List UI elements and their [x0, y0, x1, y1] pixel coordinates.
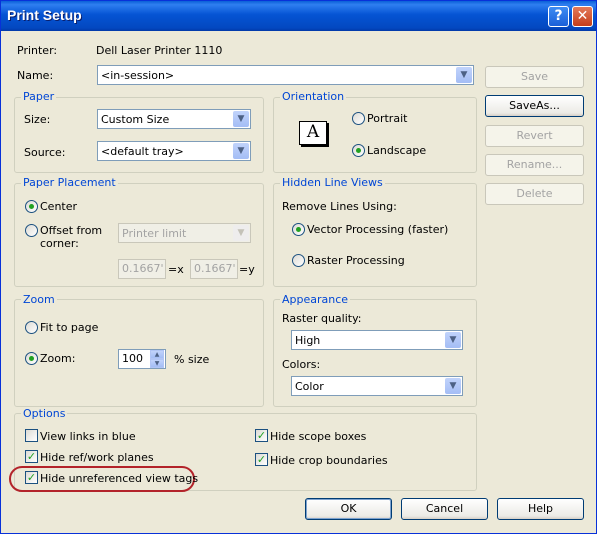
hidden-line-views-group-title: Hidden Line Views [280, 176, 385, 189]
hide-crop-boundaries-checkbox[interactable]: ✓ [255, 453, 268, 466]
zoom-spinner[interactable]: ▲ ▼ [150, 350, 164, 368]
fit-to-page-label[interactable]: Fit to page [40, 321, 98, 334]
offset-y-input[interactable]: 0.1667' [190, 259, 238, 279]
y-suffix: =y [239, 263, 255, 276]
chevron-down-icon[interactable]: ▼ [445, 378, 461, 394]
colors-label: Colors: [282, 358, 321, 371]
colors-value: Color [295, 380, 324, 393]
name-dropdown[interactable]: <in-session> ▼ [97, 65, 474, 85]
fit-to-page-radio[interactable] [25, 321, 38, 334]
paper-placement-group-title: Paper Placement [21, 176, 118, 189]
window-title: Print Setup [7, 7, 82, 23]
corner-dropdown[interactable]: Printer limit ▼ [118, 223, 251, 243]
landscape-radio[interactable] [352, 144, 365, 157]
hide-unreferenced-tags-checkbox[interactable]: ✓ [25, 471, 38, 484]
name-label: Name: [17, 69, 54, 82]
hide-ref-planes-label[interactable]: Hide ref/work planes [40, 451, 154, 464]
chevron-down-icon[interactable]: ▼ [233, 111, 249, 127]
raster-processing-label[interactable]: Raster Processing [307, 254, 405, 267]
source-label: Source: [24, 146, 66, 159]
size-dropdown[interactable]: Custom Size ▼ [97, 109, 251, 129]
remove-lines-label: Remove Lines Using: [282, 200, 397, 213]
options-group-title: Options [21, 407, 68, 420]
view-links-label[interactable]: View links in blue [40, 430, 136, 443]
orientation-landscape-icon: A [299, 121, 327, 145]
delete-button[interactable]: Delete [485, 183, 584, 205]
zoom-label[interactable]: Zoom: [40, 352, 75, 365]
raster-quality-value: High [295, 334, 321, 347]
size-label: Size: [24, 113, 51, 126]
source-dropdown-value: <default tray> [101, 145, 184, 158]
raster-quality-dropdown[interactable]: High ▼ [291, 330, 463, 350]
chevron-down-icon[interactable]: ▼ [233, 143, 249, 159]
hide-scope-boxes-checkbox[interactable]: ✓ [255, 429, 268, 442]
print-setup-dialog: Print Setup ? ✕ Printer: Dell Laser Prin… [0, 0, 597, 534]
size-suffix: % size [174, 353, 210, 366]
zoom-group-title: Zoom [21, 293, 57, 306]
help-icon[interactable]: ? [548, 6, 569, 27]
vector-processing-radio[interactable] [292, 223, 305, 236]
center-label[interactable]: Center [40, 200, 77, 213]
raster-quality-label: Raster quality: [282, 312, 362, 325]
hide-scope-boxes-label[interactable]: Hide scope boxes [270, 430, 366, 443]
chevron-down-icon[interactable]: ▼ [456, 67, 472, 83]
hide-ref-planes-checkbox[interactable]: ✓ [25, 450, 38, 463]
rename-button[interactable]: Rename... [485, 154, 584, 176]
offset-label[interactable]: Offset from [40, 224, 102, 237]
vector-processing-label[interactable]: Vector Processing (faster) [307, 223, 448, 236]
save-as-button[interactable]: SaveAs... [485, 95, 584, 117]
close-icon[interactable]: ✕ [572, 6, 593, 27]
colors-dropdown[interactable]: Color ▼ [291, 376, 463, 396]
center-radio[interactable] [25, 200, 38, 213]
revert-button[interactable]: Revert [485, 125, 584, 147]
spin-down-icon[interactable]: ▼ [150, 359, 164, 368]
portrait-radio[interactable] [352, 112, 365, 125]
raster-processing-radio[interactable] [292, 254, 305, 267]
name-dropdown-value: <in-session> [101, 69, 175, 82]
chevron-down-icon[interactable]: ▼ [445, 332, 461, 348]
hide-crop-boundaries-label[interactable]: Hide crop boundaries [270, 454, 388, 467]
appearance-group-title: Appearance [280, 293, 351, 306]
zoom-radio[interactable] [25, 352, 38, 365]
hide-unreferenced-tags-label[interactable]: Hide unreferenced view tags [40, 472, 198, 485]
offset-label-line2: corner: [40, 237, 79, 250]
printer-label: Printer: [17, 44, 58, 57]
portrait-label[interactable]: Portrait [367, 112, 407, 125]
spin-up-icon[interactable]: ▲ [150, 350, 164, 359]
paper-group-title: Paper [21, 90, 57, 103]
landscape-label[interactable]: Landscape [367, 144, 426, 157]
corner-dropdown-value: Printer limit [122, 227, 187, 240]
offset-x-input[interactable]: 0.1667' [118, 259, 166, 279]
printer-value: Dell Laser Printer 1110 [96, 44, 223, 57]
size-dropdown-value: Custom Size [101, 113, 170, 126]
title-bar[interactable]: Print Setup ? ✕ [1, 1, 596, 31]
offset-radio[interactable] [25, 224, 38, 237]
source-dropdown[interactable]: <default tray> ▼ [97, 141, 251, 161]
view-links-checkbox[interactable] [25, 429, 38, 442]
save-button[interactable]: Save [485, 66, 584, 88]
help-button[interactable]: Help [497, 498, 584, 520]
x-suffix: =x [168, 263, 184, 276]
chevron-down-icon[interactable]: ▼ [233, 225, 249, 241]
ok-button[interactable]: OK [305, 498, 392, 520]
cancel-button[interactable]: Cancel [401, 498, 488, 520]
orientation-group-title: Orientation [280, 90, 347, 103]
